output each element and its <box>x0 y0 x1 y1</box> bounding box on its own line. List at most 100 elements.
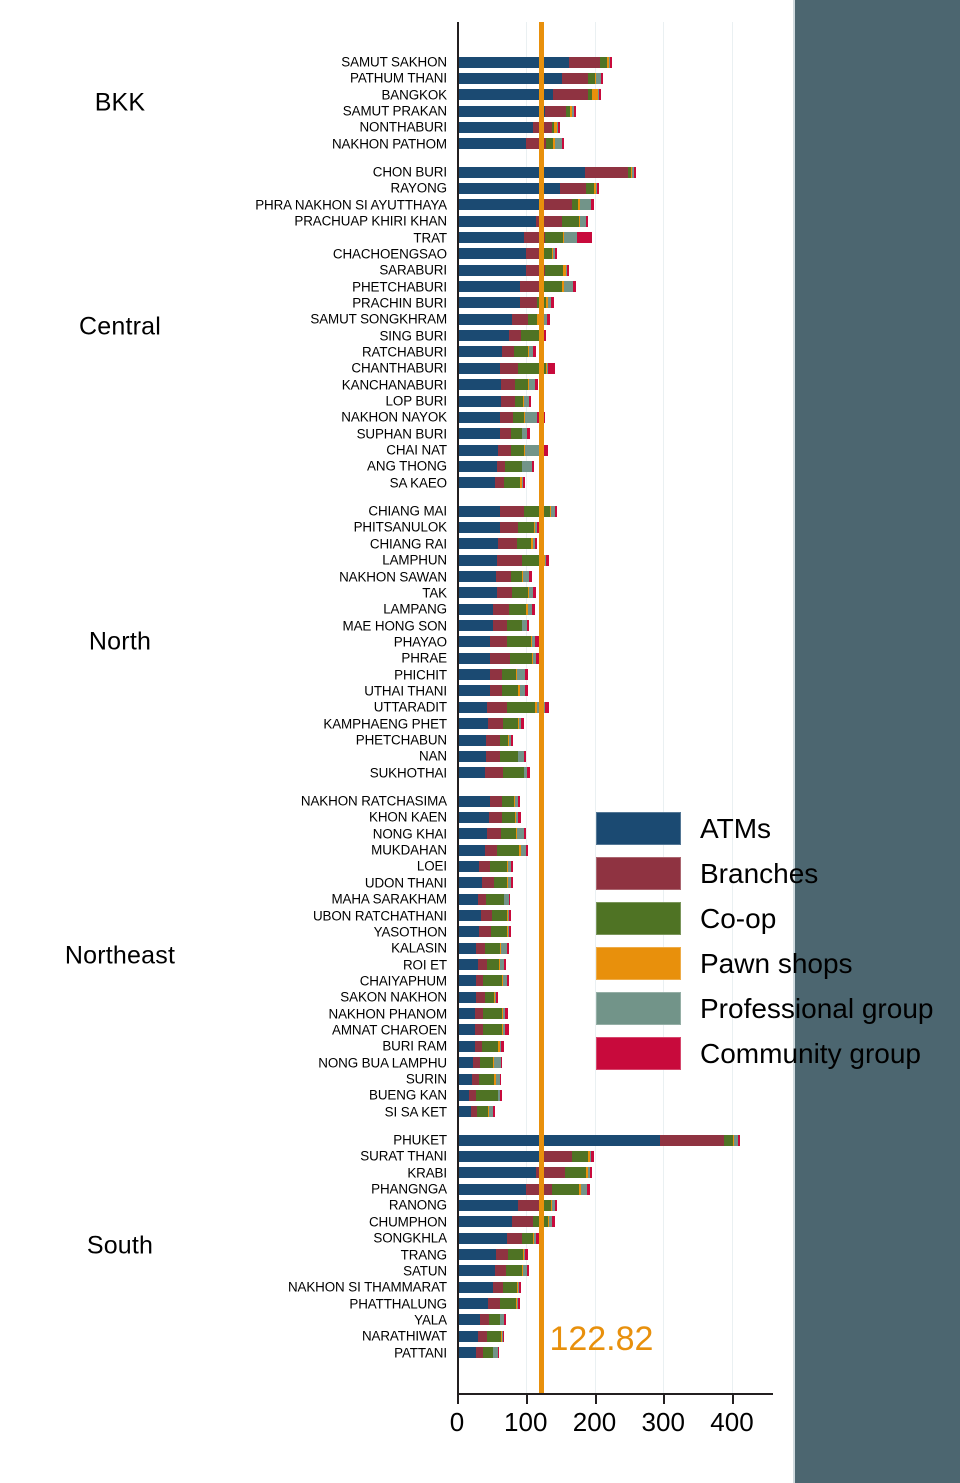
bar-segment[interactable] <box>457 1008 475 1020</box>
bar-row[interactable] <box>457 477 526 489</box>
bar-segment[interactable] <box>457 1167 537 1179</box>
bar-segment[interactable] <box>492 620 507 632</box>
bar-segment[interactable] <box>457 910 482 921</box>
bar-segment[interactable] <box>496 844 519 856</box>
bar-segment[interactable] <box>518 1281 521 1293</box>
bar-segment[interactable] <box>553 89 588 101</box>
bar-segment[interactable] <box>477 1330 488 1342</box>
bar-segment[interactable] <box>522 1232 534 1244</box>
bar-row[interactable] <box>457 1249 528 1260</box>
bar-row[interactable] <box>457 1024 510 1036</box>
bar-segment[interactable] <box>483 1347 493 1359</box>
bar-row[interactable] <box>457 669 528 681</box>
bar-segment[interactable] <box>600 56 607 68</box>
bar-segment[interactable] <box>457 750 486 762</box>
bar-segment[interactable] <box>512 411 525 423</box>
bar-row[interactable] <box>457 959 506 971</box>
bar-segment[interactable] <box>457 395 501 407</box>
bar-segment[interactable] <box>542 1150 572 1162</box>
bar-segment[interactable] <box>500 362 519 374</box>
bar-segment[interactable] <box>484 991 495 1003</box>
bar-segment[interactable] <box>457 554 497 566</box>
bar-segment[interactable] <box>457 1134 660 1146</box>
bar-segment[interactable] <box>505 460 522 472</box>
bar-segment[interactable] <box>524 828 526 840</box>
bar-segment[interactable] <box>511 428 522 440</box>
bar-row[interactable] <box>457 330 546 342</box>
bar-segment[interactable] <box>479 1314 489 1326</box>
bar-segment[interactable] <box>485 750 500 762</box>
bar-segment[interactable] <box>504 1314 506 1326</box>
bar-segment[interactable] <box>457 975 477 987</box>
bar-segment[interactable] <box>457 232 525 243</box>
bar-segment[interactable] <box>551 1216 556 1228</box>
bar-segment[interactable] <box>496 460 506 472</box>
bar-segment[interactable] <box>561 72 588 84</box>
bar-segment[interactable] <box>457 1183 526 1195</box>
bar-row[interactable] <box>457 1232 539 1244</box>
bar-segment[interactable] <box>457 1314 480 1326</box>
bar-segment[interactable] <box>511 877 513 889</box>
bar-segment[interactable] <box>490 860 507 872</box>
bar-segment[interactable] <box>479 1073 495 1085</box>
bar-segment[interactable] <box>514 346 528 358</box>
bar-segment[interactable] <box>457 1073 473 1085</box>
bar-segment[interactable] <box>562 215 579 227</box>
bar-segment[interactable] <box>496 587 512 599</box>
bar-row[interactable] <box>457 1073 501 1085</box>
bar-segment[interactable] <box>488 811 503 823</box>
bar-segment[interactable] <box>528 395 532 407</box>
bar-row[interactable] <box>457 1150 594 1162</box>
bar-segment[interactable] <box>507 636 531 648</box>
bar-segment[interactable] <box>457 685 490 697</box>
bar-segment[interactable] <box>522 460 532 472</box>
bar-segment[interactable] <box>457 959 478 971</box>
bar-segment[interactable] <box>525 444 541 456</box>
bar-segment[interactable] <box>564 232 577 243</box>
bar-segment[interactable] <box>479 926 491 938</box>
bar-row[interactable] <box>457 860 513 872</box>
bar-segment[interactable] <box>481 910 493 921</box>
bar-segment[interactable] <box>633 166 637 178</box>
legend-item[interactable]: Community group <box>596 1031 933 1076</box>
bar-segment[interactable] <box>724 1134 733 1146</box>
bar-segment[interactable] <box>499 1073 501 1085</box>
bar-row[interactable] <box>457 105 576 117</box>
bar-segment[interactable] <box>527 428 530 440</box>
bar-segment[interactable] <box>457 1347 477 1359</box>
bar-segment[interactable] <box>494 1057 501 1069</box>
bar-segment[interactable] <box>499 505 524 517</box>
bar-segment[interactable] <box>551 297 554 309</box>
bar-segment[interactable] <box>509 926 512 938</box>
bar-segment[interactable] <box>457 1106 471 1118</box>
bar-segment[interactable] <box>457 1232 508 1244</box>
bar-segment[interactable] <box>573 281 576 293</box>
bar-segment[interactable] <box>486 959 499 971</box>
bar-segment[interactable] <box>483 1008 503 1020</box>
bar-row[interactable] <box>457 521 540 533</box>
bar-segment[interactable] <box>563 281 574 293</box>
bar-row[interactable] <box>457 1134 740 1146</box>
bar-row[interactable] <box>457 811 521 823</box>
bar-segment[interactable] <box>591 199 594 211</box>
bar-segment[interactable] <box>457 1040 475 1052</box>
bar-segment[interactable] <box>503 1281 517 1293</box>
bar-segment[interactable] <box>558 121 561 133</box>
bar-segment[interactable] <box>585 215 589 227</box>
bar-segment[interactable] <box>457 893 478 905</box>
bar-segment[interactable] <box>509 652 532 664</box>
bar-segment[interactable] <box>494 1265 506 1277</box>
bar-segment[interactable] <box>507 975 509 987</box>
bar-row[interactable] <box>457 72 604 84</box>
bar-segment[interactable] <box>457 182 561 194</box>
legend-item[interactable]: Pawn shops <box>596 941 933 986</box>
bar-segment[interactable] <box>509 603 527 615</box>
bar-segment[interactable] <box>492 603 510 615</box>
bar-row[interactable] <box>457 138 564 150</box>
bar-segment[interactable] <box>518 811 521 823</box>
bar-row[interactable] <box>457 199 594 211</box>
bar-segment[interactable] <box>501 395 515 407</box>
bar-segment[interactable] <box>509 330 521 342</box>
bar-segment[interactable] <box>589 1167 593 1179</box>
bar-segment[interactable] <box>501 828 517 840</box>
